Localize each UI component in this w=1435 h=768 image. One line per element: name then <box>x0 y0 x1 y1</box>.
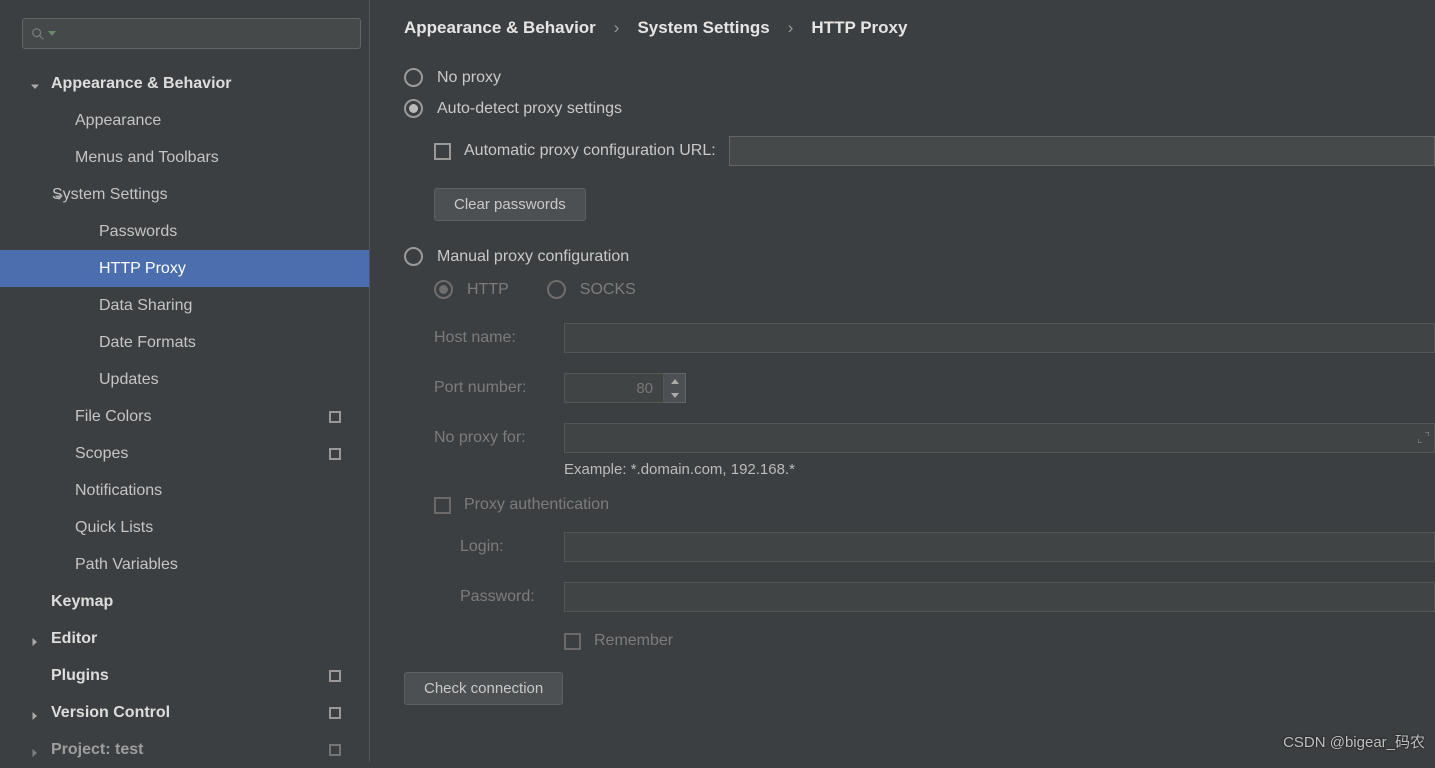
tree-item-label: Keymap <box>51 593 113 611</box>
tree-item-data-sharing[interactable]: Data Sharing <box>0 287 369 324</box>
tree-item-label: Project: test <box>51 741 143 759</box>
tree-item-plugins[interactable]: Plugins <box>0 657 369 694</box>
tree-item-label: Plugins <box>51 667 109 685</box>
chevron-icon <box>30 745 40 755</box>
tree-item-path-variables[interactable]: Path Variables <box>0 546 369 583</box>
chevron-right-icon: › <box>788 18 794 38</box>
host-input <box>564 323 1435 353</box>
tree-item-appearance[interactable]: Appearance <box>0 102 369 139</box>
tree-item-label: File Colors <box>75 408 151 426</box>
tree-item-file-colors[interactable]: File Colors <box>0 398 369 435</box>
tree-item-label: Scopes <box>75 445 128 463</box>
pac-url-input[interactable] <box>729 136 1435 166</box>
check-connection-button[interactable]: Check connection <box>404 672 563 705</box>
settings-content: Appearance & Behavior › System Settings … <box>370 0 1435 762</box>
breadcrumb-item: HTTP Proxy <box>811 18 907 38</box>
expand-icon <box>1418 432 1429 443</box>
tree-item-label: Appearance & Behavior <box>51 75 232 93</box>
tree-item-label: Date Formats <box>99 334 196 352</box>
settings-tree: Appearance & Behavior Appearance Menus and… <box>0 57 369 768</box>
auto-detect-radio[interactable] <box>404 99 423 118</box>
manual-proxy-label: Manual proxy configuration <box>437 248 629 266</box>
socks-label: SOCKS <box>580 281 636 299</box>
port-input <box>564 373 664 403</box>
no-proxy-for-label: No proxy for: <box>434 429 564 447</box>
tree-item-label: Version Control <box>51 704 170 722</box>
tree-item-label: Updates <box>99 371 159 389</box>
no-proxy-for-input <box>564 423 1435 453</box>
dropdown-icon <box>48 31 56 36</box>
host-label: Host name: <box>434 329 564 347</box>
tree-item-project-test[interactable]: Project: test <box>0 731 369 768</box>
remember-label: Remember <box>594 632 673 650</box>
login-input <box>564 532 1435 562</box>
project-badge-icon <box>329 670 341 682</box>
proxy-auth-label: Proxy authentication <box>464 496 609 514</box>
http-label: HTTP <box>467 281 509 299</box>
chevron-icon <box>30 79 40 89</box>
project-badge-icon <box>329 411 341 423</box>
tree-item-keymap[interactable]: Keymap <box>0 583 369 620</box>
tree-item-label: Data Sharing <box>99 297 192 315</box>
port-spinner <box>664 373 686 403</box>
tree-item-system-settings[interactable]: System Settings <box>0 176 369 213</box>
tree-item-label: Path Variables <box>75 556 178 574</box>
tree-item-notifications[interactable]: Notifications <box>0 472 369 509</box>
pac-url-checkbox[interactable] <box>434 143 451 160</box>
password-input <box>564 582 1435 612</box>
no-proxy-radio[interactable] <box>404 68 423 87</box>
tree-item-label: Passwords <box>99 223 177 241</box>
no-proxy-label: No proxy <box>437 69 501 87</box>
pac-url-label: Automatic proxy configuration URL: <box>464 142 716 160</box>
project-badge-icon <box>329 707 341 719</box>
tree-item-updates[interactable]: Updates <box>0 361 369 398</box>
remember-checkbox <box>564 633 581 650</box>
login-label: Login: <box>460 538 564 556</box>
tree-item-passwords[interactable]: Passwords <box>0 213 369 250</box>
socks-radio <box>547 280 566 299</box>
breadcrumb-item[interactable]: Appearance & Behavior <box>404 18 596 38</box>
spinner-up-icon <box>664 374 685 388</box>
proxy-auth-checkbox <box>434 497 451 514</box>
clear-passwords-button[interactable]: Clear passwords <box>434 188 586 221</box>
chevron-icon <box>54 190 64 200</box>
chevron-right-icon: › <box>614 18 620 38</box>
tree-item-version-control[interactable]: Version Control <box>0 694 369 731</box>
tree-item-label: Notifications <box>75 482 162 500</box>
auto-detect-label: Auto-detect proxy settings <box>437 100 622 118</box>
tree-item-menus-and-toolbars[interactable]: Menus and Toolbars <box>0 139 369 176</box>
tree-item-label: Quick Lists <box>75 519 153 537</box>
search-icon <box>31 27 45 41</box>
search-input[interactable] <box>22 18 361 49</box>
breadcrumb-item[interactable]: System Settings <box>637 18 769 38</box>
project-badge-icon <box>329 744 341 756</box>
tree-item-editor[interactable]: Editor <box>0 620 369 657</box>
manual-proxy-radio[interactable] <box>404 247 423 266</box>
tree-item-appearance-behavior[interactable]: Appearance & Behavior <box>0 65 369 102</box>
password-label: Password: <box>460 588 564 606</box>
no-proxy-hint: Example: *.domain.com, 192.168.* <box>564 461 795 478</box>
port-label: Port number: <box>434 379 564 397</box>
project-badge-icon <box>329 448 341 460</box>
tree-item-label: Menus and Toolbars <box>75 149 219 167</box>
tree-item-label: Editor <box>51 630 97 648</box>
chevron-icon <box>30 708 40 718</box>
tree-item-http-proxy[interactable]: HTTP Proxy <box>0 250 369 287</box>
tree-item-label: HTTP Proxy <box>99 260 186 278</box>
tree-item-label: Appearance <box>75 112 161 130</box>
watermark: CSDN @bigear_码农 <box>1283 731 1425 752</box>
tree-item-quick-lists[interactable]: Quick Lists <box>0 509 369 546</box>
tree-item-label: System Settings <box>52 186 168 204</box>
spinner-down-icon <box>664 388 685 402</box>
breadcrumb: Appearance & Behavior › System Settings … <box>404 18 1435 38</box>
tree-item-date-formats[interactable]: Date Formats <box>0 324 369 361</box>
tree-item-scopes[interactable]: Scopes <box>0 435 369 472</box>
settings-sidebar: Appearance & Behavior Appearance Menus and… <box>0 0 370 762</box>
http-radio <box>434 280 453 299</box>
chevron-icon <box>30 634 40 644</box>
